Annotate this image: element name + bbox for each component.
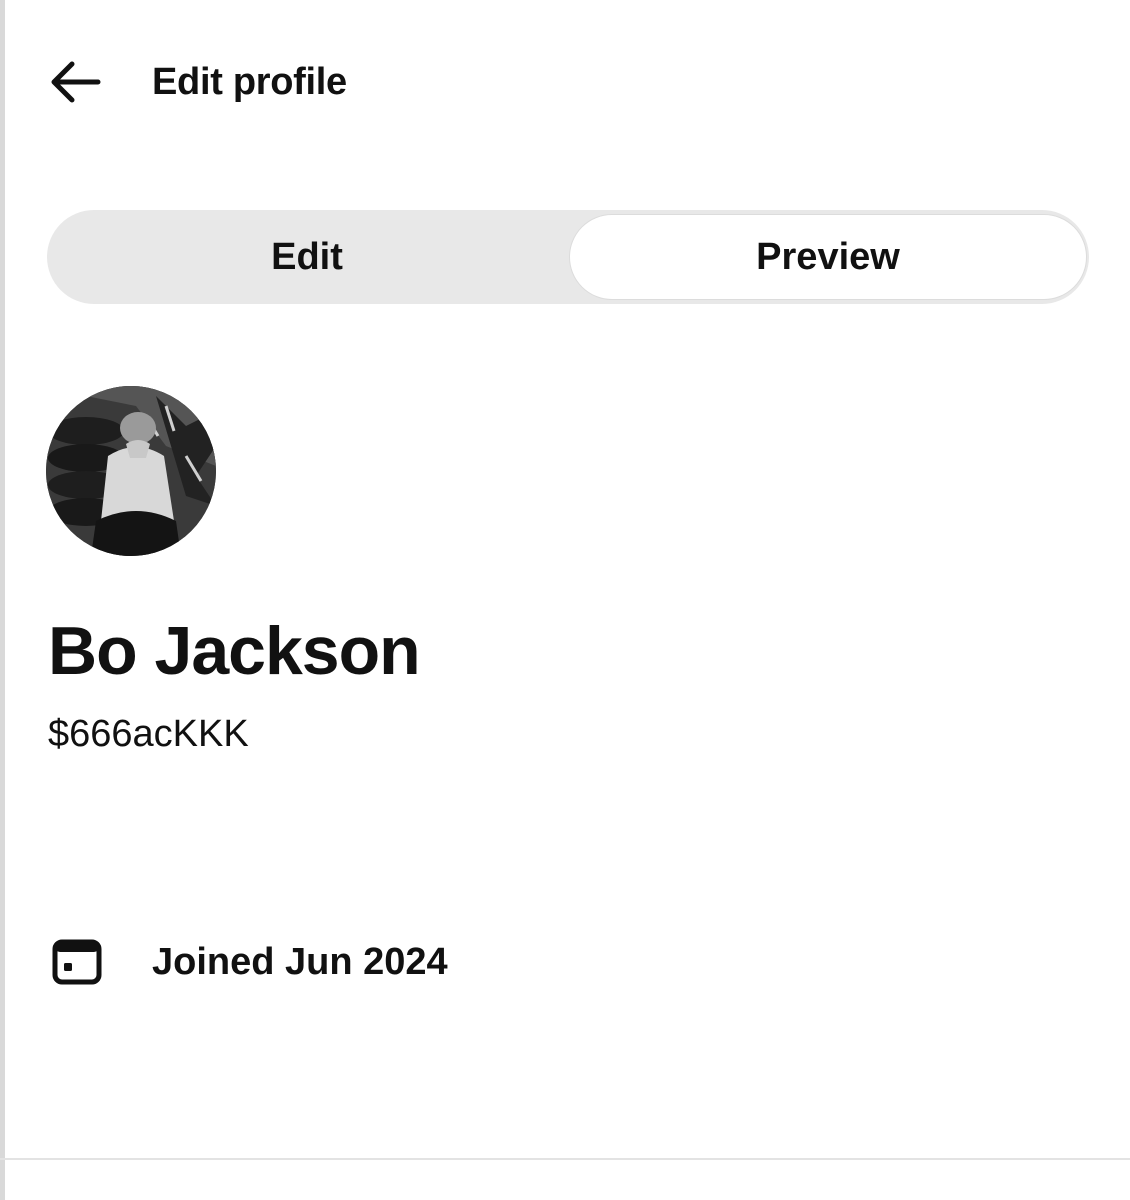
page-title: Edit profile <box>152 60 347 103</box>
back-button[interactable] <box>48 50 112 114</box>
left-edge-border <box>0 0 5 1200</box>
edit-preview-toggle: Edit Preview <box>47 210 1089 304</box>
tab-preview[interactable]: Preview <box>569 214 1087 300</box>
tab-edit[interactable]: Edit <box>47 210 567 304</box>
profile-name: Bo Jackson <box>48 613 421 689</box>
joined-date-text: Joined Jun 2024 <box>152 940 448 983</box>
avatar <box>46 386 216 556</box>
calendar-icon <box>52 939 102 985</box>
edit-profile-screen: Edit profile Edit Preview Bo Jackson $66… <box>0 0 1130 1200</box>
header: Edit profile <box>48 50 347 114</box>
bottom-divider <box>0 1158 1130 1160</box>
joined-date-row: Joined Jun 2024 <box>50 930 448 994</box>
avatar-photo <box>46 386 216 556</box>
profile-handle: $666acKKK <box>48 713 249 755</box>
tab-edit-label: Edit <box>271 235 343 278</box>
tab-preview-label: Preview <box>756 235 900 278</box>
arrow-left-icon <box>51 61 101 103</box>
